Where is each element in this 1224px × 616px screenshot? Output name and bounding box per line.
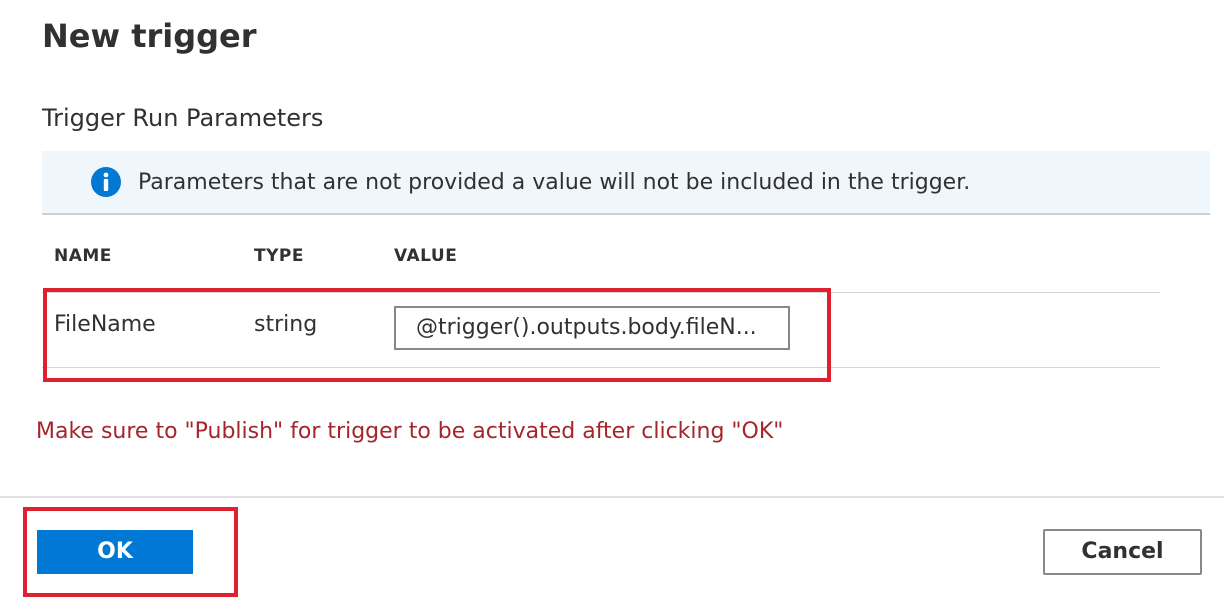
- section-title: Trigger Run Parameters: [42, 104, 324, 132]
- info-message-bar: Parameters that are not provided a value…: [42, 151, 1210, 215]
- cancel-button[interactable]: Cancel: [1043, 529, 1202, 575]
- ok-button-highlight: [23, 507, 238, 597]
- info-icon: [91, 167, 121, 197]
- dialog-title: New trigger: [42, 17, 257, 55]
- column-header-type: TYPE: [254, 246, 304, 266]
- column-header-name: NAME: [54, 246, 112, 266]
- parameter-row-highlight: [43, 288, 831, 382]
- publish-warning-text: Make sure to "Publish" for trigger to be…: [36, 419, 784, 444]
- footer-divider: [0, 496, 1224, 498]
- column-header-value: VALUE: [394, 246, 458, 266]
- new-trigger-dialog: New trigger Trigger Run Parameters Param…: [0, 0, 1224, 616]
- info-message-text: Parameters that are not provided a value…: [138, 170, 971, 195]
